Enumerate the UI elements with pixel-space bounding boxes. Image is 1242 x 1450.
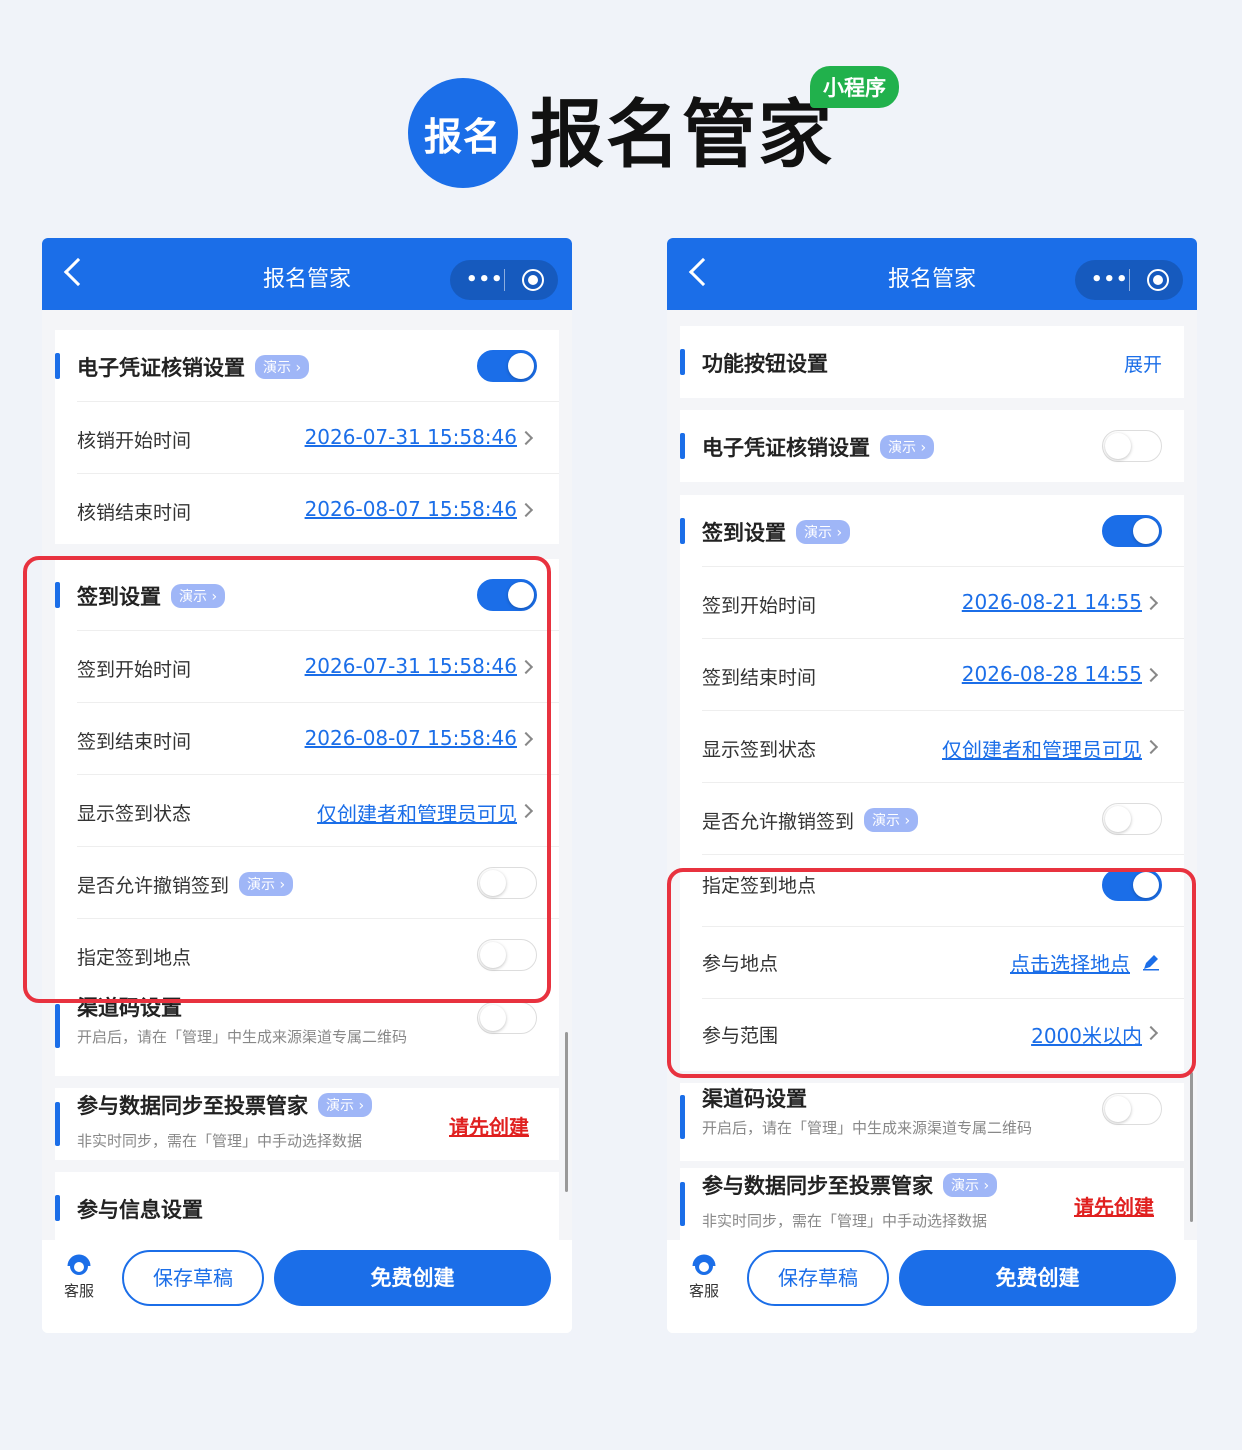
section-title: 电子凭证核销设置 演示 › <box>77 352 310 382</box>
headset-icon <box>690 1252 718 1278</box>
capsule-menu: ••• <box>450 260 558 300</box>
demo-badge[interactable]: 演示 › <box>318 1093 373 1117</box>
nav-bar: 报名管家 ••• <box>667 238 1197 310</box>
row-value[interactable]: 2026-08-28 14:55 <box>962 662 1142 686</box>
show-status-row[interactable]: 显示签到状态 仅创建者和管理员可见 <box>680 711 1184 783</box>
checkin-end-row[interactable]: 签到结束时间 2026-08-28 14:55 <box>680 639 1184 711</box>
customer-service[interactable]: 客服 <box>60 1252 98 1301</box>
checkin-start-row[interactable]: 签到开始时间 2026-08-21 14:55 <box>680 567 1184 639</box>
scrollbar[interactable] <box>1190 1072 1193 1222</box>
logo: 报名 报名管家 小程序 <box>408 62 908 192</box>
sync-card: 参与数据同步至投票管家 演示 › 非实时同步，需在「管理」中手动选择数据 请先创建 <box>55 1088 559 1160</box>
checkin-row: 签到设置 演示 › <box>680 495 1184 567</box>
chevron-right-icon <box>1143 595 1159 611</box>
voucher-card: 电子凭证核销设置 演示 › 核销开始时间 2026-07-31 15:58:46 … <box>55 330 559 544</box>
row-label: 是否允许撤销签到 演示 › <box>702 807 919 834</box>
highlight-box <box>23 556 551 1003</box>
voucher-card: 电子凭证核销设置 演示 › <box>680 410 1184 482</box>
func-card: 功能按钮设置 展开 <box>680 326 1184 398</box>
row-value[interactable]: 2026-07-31 15:58:46 <box>305 425 517 449</box>
app-name: 报名管家 <box>530 92 834 178</box>
customer-service[interactable]: 客服 <box>685 1252 723 1301</box>
section-title: 渠道码设置 <box>702 1087 807 1111</box>
chevron-right-icon <box>518 430 534 446</box>
chevron-right-icon <box>1143 667 1159 683</box>
scrollbar[interactable] <box>565 1032 568 1192</box>
service-label: 客服 <box>688 1282 719 1300</box>
row-label: 显示签到状态 <box>702 739 817 761</box>
demo-badge[interactable]: 演示 › <box>255 355 310 379</box>
channel-toggle[interactable] <box>1102 1093 1162 1125</box>
expand-link[interactable]: 展开 <box>1124 350 1162 377</box>
sync-card: 参与数据同步至投票管家 演示 › 非实时同步，需在「管理」中手动选择数据 请先创建 <box>680 1168 1184 1240</box>
bottom-bar: 客服 保存草稿 免费创建 <box>42 1240 572 1333</box>
close-target-icon[interactable] <box>1147 269 1169 291</box>
voucher-end-row[interactable]: 核销结束时间 2026-08-07 15:58:46 <box>55 474 559 546</box>
headset-icon <box>65 1252 93 1278</box>
channel-toggle[interactable] <box>477 1002 537 1034</box>
capsule-menu: ••• <box>1075 260 1183 300</box>
logo-circle: 报名 <box>408 78 518 188</box>
section-title: 参与信息设置 <box>77 1198 203 1222</box>
info-card: 参与信息设置 <box>55 1172 559 1240</box>
section-title: 电子凭证核销设置 演示 › <box>702 432 935 462</box>
section-title: 参与数据同步至投票管家 演示 › <box>702 1170 998 1200</box>
row-label: 核销结束时间 <box>77 502 192 524</box>
allow-cancel-row: 是否允许撤销签到 演示 › <box>680 783 1184 855</box>
demo-badge[interactable]: 演示 › <box>864 808 919 832</box>
demo-badge[interactable]: 演示 › <box>880 435 935 459</box>
section-subtitle: 非实时同步，需在「管理」中手动选择数据 <box>77 1132 363 1150</box>
allow-cancel-toggle[interactable] <box>1102 803 1162 835</box>
create-button[interactable]: 免费创建 <box>274 1250 551 1306</box>
channel-card: 渠道码设置 开启后，请在「管理」中生成来源渠道专属二维码 <box>680 1083 1184 1161</box>
row-value[interactable]: 2026-08-07 15:58:46 <box>305 497 517 521</box>
phone-right: 报名管家 ••• 功能按钮设置 展开 电子凭证核销设置 演示 › 签到设置 演示 › <box>667 238 1197 1333</box>
section-subtitle: 开启后，请在「管理」中生成来源渠道专属二维码 <box>77 1028 408 1046</box>
bottom-bar: 客服 保存草稿 免费创建 <box>667 1240 1197 1333</box>
more-icon[interactable]: ••• <box>466 269 504 290</box>
highlight-box <box>667 868 1196 1078</box>
voucher-toggle[interactable] <box>477 350 537 382</box>
demo-badge[interactable]: 演示 › <box>943 1173 998 1197</box>
settings-content: 功能按钮设置 展开 电子凭证核销设置 演示 › 签到设置 演示 › 签到开始时间 2… <box>667 310 1197 1240</box>
create-button[interactable]: 免费创建 <box>899 1250 1176 1306</box>
chevron-right-icon <box>518 502 534 518</box>
mini-program-badge: 小程序 <box>810 66 899 108</box>
row-label: 签到开始时间 <box>702 595 817 617</box>
create-first-link[interactable]: 请先创建 <box>449 1111 529 1140</box>
row-label: 签到结束时间 <box>702 667 817 689</box>
checkin-toggle[interactable] <box>1102 515 1162 547</box>
chevron-right-icon <box>1143 739 1159 755</box>
section-title: 功能按钮设置 <box>702 352 828 376</box>
voucher-toggle[interactable] <box>1102 430 1162 462</box>
service-label: 客服 <box>63 1282 94 1300</box>
create-first-link[interactable]: 请先创建 <box>1074 1191 1154 1220</box>
row-label: 核销开始时间 <box>77 430 192 452</box>
section-subtitle: 开启后，请在「管理」中生成来源渠道专属二维码 <box>702 1119 1033 1137</box>
row-value[interactable]: 仅创建者和管理员可见 <box>942 734 1142 763</box>
nav-bar: 报名管家 ••• <box>42 238 572 310</box>
demo-badge[interactable]: 演示 › <box>796 520 851 544</box>
voucher-row: 电子凭证核销设置 演示 › <box>55 330 559 402</box>
row-value[interactable]: 2026-08-21 14:55 <box>962 590 1142 614</box>
section-title: 签到设置 演示 › <box>702 517 851 547</box>
close-target-icon[interactable] <box>522 269 544 291</box>
section-title: 参与数据同步至投票管家 演示 › <box>77 1090 373 1120</box>
section-subtitle: 非实时同步，需在「管理」中手动选择数据 <box>702 1212 988 1230</box>
voucher-start-row[interactable]: 核销开始时间 2026-07-31 15:58:46 <box>55 402 559 474</box>
save-draft-button[interactable]: 保存草稿 <box>747 1250 889 1306</box>
save-draft-button[interactable]: 保存草稿 <box>122 1250 264 1306</box>
more-icon[interactable]: ••• <box>1091 269 1129 290</box>
